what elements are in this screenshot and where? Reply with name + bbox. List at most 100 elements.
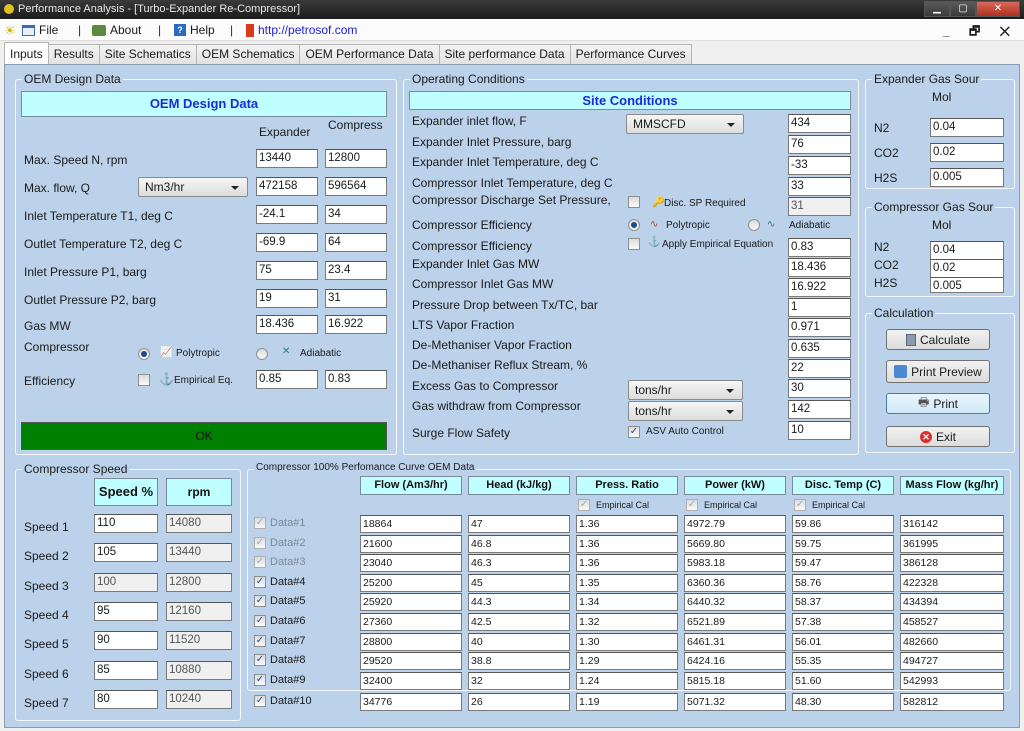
speed-pct-input[interactable]: 90 <box>94 631 158 651</box>
outlet-pressure-compress-input[interactable]: 31 <box>325 289 387 308</box>
curve-cell-power[interactable]: 6360.36 <box>684 573 786 592</box>
data-row-checkbox[interactable]: ✓ <box>254 695 266 708</box>
curve-cell-disc-temp[interactable]: 57.38 <box>792 613 894 631</box>
site-adiabatic-radio[interactable] <box>748 219 760 231</box>
curve-cell-power[interactable]: 5669.80 <box>684 534 786 553</box>
curve-cell-press-ratio[interactable]: 1.36 <box>576 534 678 553</box>
expander-inlet-mw-input[interactable]: 18.436 <box>788 258 851 277</box>
curve-cell-mass-flow[interactable]: 582812 <box>900 693 1004 712</box>
expander-inlet-flow-input[interactable]: 434 <box>788 114 851 133</box>
excess-gas-unit-dropdown[interactable]: tons/hr <box>628 380 743 400</box>
curve-cell-disc-temp[interactable]: 58.76 <box>792 573 894 592</box>
efficiency-expander-input[interactable]: 0.85 <box>256 370 318 389</box>
curve-cell-flow[interactable]: 32400 <box>360 671 462 690</box>
demethaniser-reflux-input[interactable]: 22 <box>788 359 851 378</box>
empirical-cal-checkbox-disc-temp[interactable]: ✓ <box>794 499 806 511</box>
expander-inlet-pressure-input[interactable]: 76 <box>788 135 851 154</box>
compressor-co2-input[interactable]: 0.02 <box>930 259 1004 278</box>
curve-cell-press-ratio[interactable]: 1.30 <box>576 632 678 651</box>
demethaniser-vapor-fraction-input[interactable]: 0.635 <box>788 339 851 358</box>
curve-cell-mass-flow[interactable]: 458527 <box>900 613 1004 631</box>
gas-mw-compress-input[interactable]: 16.922 <box>325 315 387 334</box>
tab-oem-schematics[interactable]: OEM Schematics <box>195 44 301 64</box>
inlet-pressure-compress-input[interactable]: 23.4 <box>325 261 387 280</box>
speed-pct-input[interactable]: 80 <box>94 689 158 709</box>
curve-cell-press-ratio[interactable]: 1.24 <box>576 671 678 690</box>
curve-cell-mass-flow[interactable]: 434394 <box>900 593 1004 612</box>
curve-cell-head[interactable]: 32 <box>468 671 570 690</box>
gas-withdraw-unit-dropdown[interactable]: tons/hr <box>628 401 743 421</box>
pressure-drop-input[interactable]: 1 <box>788 298 851 317</box>
curve-cell-power[interactable]: 6461.31 <box>684 632 786 651</box>
excess-gas-input[interactable]: 30 <box>788 379 851 398</box>
curve-cell-mass-flow[interactable]: 316142 <box>900 515 1004 533</box>
data-row-checkbox[interactable]: ✓ <box>254 673 266 686</box>
inlet-pressure-expander-input[interactable]: 75 <box>256 261 318 280</box>
data-row-checkbox[interactable]: ✓ <box>254 654 266 667</box>
curve-cell-head[interactable]: 45 <box>468 573 570 592</box>
asv-auto-control-checkbox[interactable]: ✓ <box>628 426 640 438</box>
adiabatic-radio[interactable] <box>256 348 268 360</box>
expander-h2s-input[interactable]: 0.005 <box>930 168 1004 187</box>
curve-cell-disc-temp[interactable]: 48.30 <box>792 693 894 712</box>
curve-cell-mass-flow[interactable]: 386128 <box>900 554 1004 573</box>
print-button[interactable]: 🖶 Print <box>886 393 990 414</box>
curve-cell-disc-temp[interactable]: 51.60 <box>792 671 894 690</box>
print-preview-button[interactable]: Print Preview <box>886 360 990 383</box>
surge-flow-safety-input[interactable]: 10 <box>788 421 851 440</box>
max-flow-expander-input[interactable]: 472158 <box>256 177 318 196</box>
outlet-temp-expander-input[interactable]: -69.9 <box>256 233 318 252</box>
empirical-cal-checkbox-press-ratio[interactable]: ✓ <box>578 499 590 511</box>
curve-cell-flow[interactable]: 25920 <box>360 593 462 612</box>
curve-cell-flow[interactable]: 21600 <box>360 534 462 553</box>
data-row-checkbox[interactable]: ✓ <box>254 615 266 627</box>
site-polytropic-radio[interactable] <box>628 219 640 231</box>
max-flow-compress-input[interactable]: 596564 <box>325 177 387 196</box>
curve-cell-flow[interactable]: 29520 <box>360 652 462 671</box>
tab-inputs[interactable]: Inputs <box>4 42 49 64</box>
curve-cell-disc-temp[interactable]: 59.75 <box>792 534 894 553</box>
site-flow-unit-dropdown[interactable]: MMSCFD <box>626 114 744 134</box>
discharge-set-pressure-input[interactable]: 31 <box>788 197 851 216</box>
compressor-h2s-input[interactable]: 0.005 <box>930 277 1004 293</box>
curve-cell-power[interactable]: 5071.32 <box>684 693 786 712</box>
lts-vapor-fraction-input[interactable]: 0.971 <box>788 318 851 337</box>
curve-cell-press-ratio[interactable]: 1.19 <box>576 693 678 712</box>
calculate-button[interactable]: Calculate <box>886 329 990 350</box>
curve-cell-disc-temp[interactable]: 56.01 <box>792 632 894 651</box>
speed-pct-input[interactable]: 100 <box>94 572 158 592</box>
efficiency-compress-input[interactable]: 0.83 <box>325 370 387 389</box>
compressor-inlet-mw-input[interactable]: 16.922 <box>788 278 851 297</box>
curve-cell-press-ratio[interactable]: 1.32 <box>576 613 678 631</box>
empirical-eq-checkbox[interactable] <box>138 374 150 386</box>
mdi-controls[interactable]: _ 🗗 ✕ <box>943 22 1018 43</box>
close-button[interactable]: ✕ <box>976 1 1020 17</box>
data-row-checkbox[interactable]: ✓ <box>254 517 266 529</box>
disc-sp-required-checkbox[interactable] <box>628 196 640 208</box>
empirical-cal-checkbox-power[interactable]: ✓ <box>686 499 698 511</box>
menu-website-link[interactable]: http://petrosof.com <box>246 23 357 37</box>
curve-cell-press-ratio[interactable]: 1.36 <box>576 554 678 573</box>
curve-cell-flow[interactable]: 23040 <box>360 554 462 573</box>
outlet-temp-compress-input[interactable]: 64 <box>325 233 387 252</box>
curve-cell-disc-temp[interactable]: 59.86 <box>792 515 894 533</box>
curve-cell-press-ratio[interactable]: 1.29 <box>576 652 678 671</box>
outlet-pressure-expander-input[interactable]: 19 <box>256 289 318 308</box>
expander-n2-input[interactable]: 0.04 <box>930 118 1004 137</box>
compressor-efficiency-input[interactable]: 0.83 <box>788 238 851 257</box>
curve-cell-press-ratio[interactable]: 1.36 <box>576 515 678 533</box>
curve-cell-flow[interactable]: 27360 <box>360 613 462 631</box>
curve-cell-head[interactable]: 38.8 <box>468 652 570 671</box>
minimize-button[interactable]: ▁ <box>924 1 950 17</box>
curve-cell-head[interactable]: 47 <box>468 515 570 533</box>
expander-inlet-temp-input[interactable]: -33 <box>788 156 851 175</box>
inlet-temp-compress-input[interactable]: 34 <box>325 205 387 224</box>
curve-cell-head[interactable]: 42.5 <box>468 613 570 631</box>
curve-cell-head[interactable]: 44.3 <box>468 593 570 612</box>
curve-cell-press-ratio[interactable]: 1.34 <box>576 593 678 612</box>
tab-oem-performance-data[interactable]: OEM Performance Data <box>299 44 440 64</box>
curve-cell-head[interactable]: 40 <box>468 632 570 651</box>
data-row-checkbox[interactable]: ✓ <box>254 536 266 549</box>
menu-file[interactable]: File <box>22 23 58 37</box>
maximize-button[interactable]: ▢ <box>950 1 976 17</box>
